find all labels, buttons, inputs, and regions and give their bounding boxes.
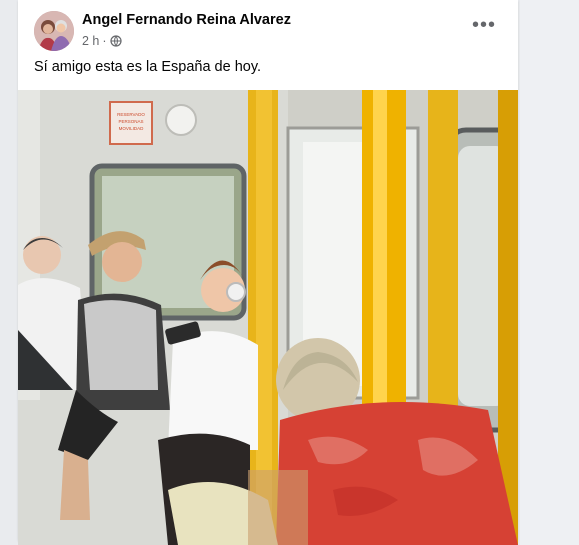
train-interior-image: RESERVADO PERSONAS MOVILIDAD [18, 90, 518, 545]
post-meta: 2 h · [82, 34, 122, 48]
facebook-post: Angel Fernando Reina Alvarez 2 h · ••• S… [18, 0, 518, 545]
photo-sign-line1: RESERVADO [117, 112, 145, 117]
photo-sign-line2: PERSONAS [118, 119, 143, 124]
globe-icon[interactable] [109, 35, 122, 47]
meta-separator: · [102, 34, 107, 48]
post-caption: Sí amigo esta es la España de hoy. [34, 59, 262, 75]
avatar-image [34, 11, 74, 51]
photo-sign-line3: MOVILIDAD [119, 126, 145, 131]
author-avatar[interactable] [34, 11, 74, 51]
right-background-panel [520, 0, 579, 545]
author-name[interactable]: Angel Fernando Reina Alvarez [82, 12, 291, 28]
post-header: Angel Fernando Reina Alvarez 2 h · ••• S… [18, 0, 518, 90]
post-photo[interactable]: RESERVADO PERSONAS MOVILIDAD [18, 90, 518, 545]
more-options-button[interactable]: ••• [472, 14, 496, 36]
post-time[interactable]: 2 h [82, 34, 99, 48]
